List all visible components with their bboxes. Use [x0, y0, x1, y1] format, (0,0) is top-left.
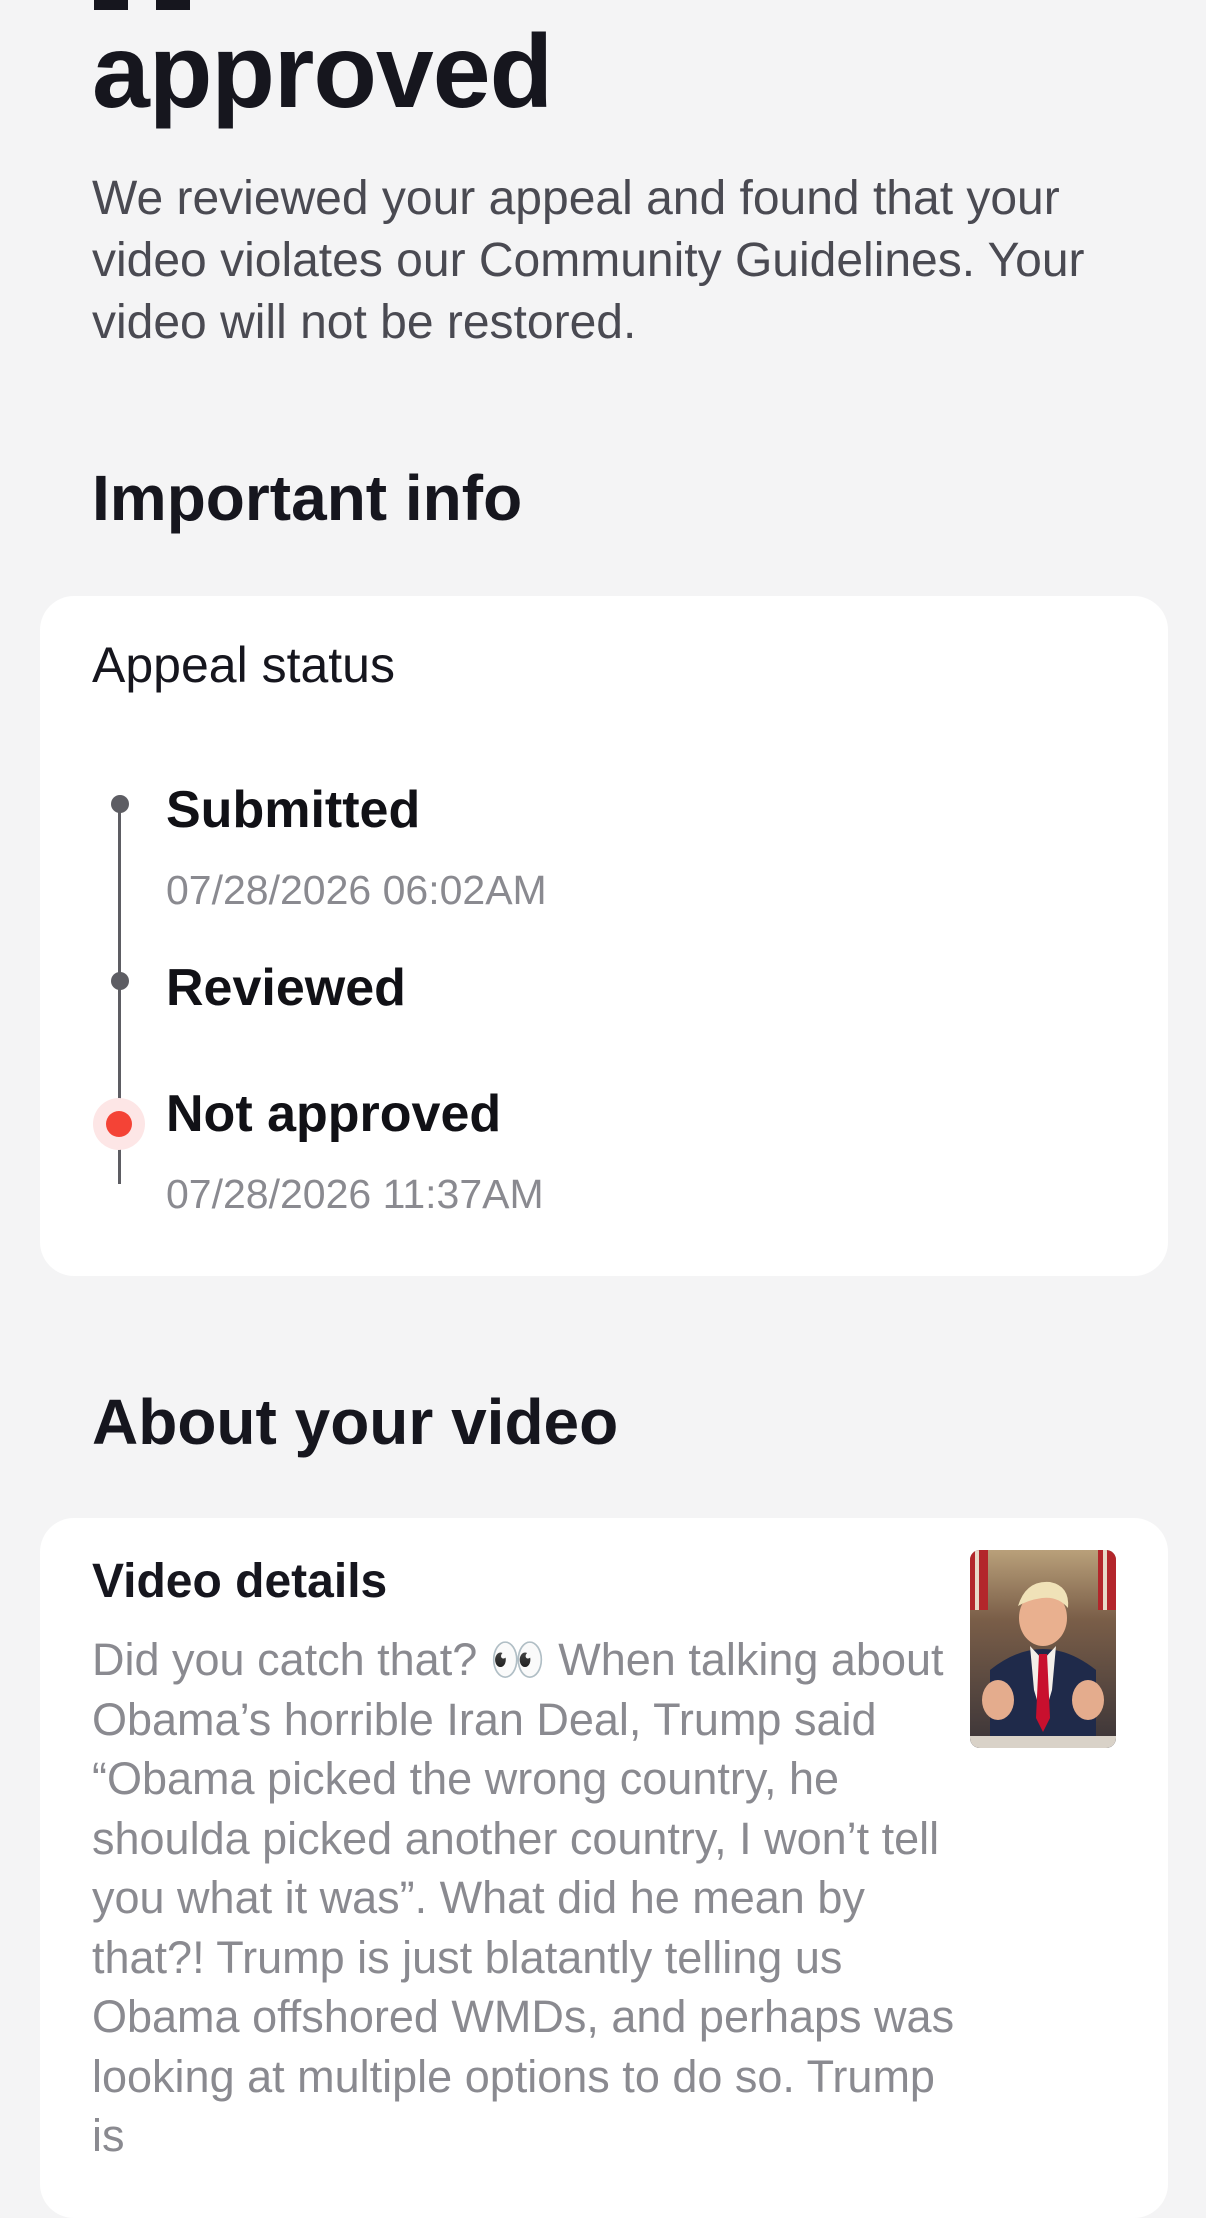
video-thumbnail-image — [970, 1550, 1116, 1748]
hero-title: approved — [92, 14, 553, 130]
step-time-submitted: 07/28/2026 06:02AM — [166, 867, 547, 913]
appeal-status-title: Appeal status — [92, 637, 395, 693]
timeline-dot-reviewed — [111, 972, 129, 990]
appeal-status-card: Appeal status Submitted 07/28/2026 06:02… — [40, 596, 1168, 1276]
video-description: Did you catch that? 👀 When talking about… — [92, 1634, 955, 2161]
video-thumbnail[interactable] — [970, 1550, 1116, 1748]
important-info-heading: Important info — [92, 462, 523, 534]
step-time-not-approved: 07/28/2026 11:37AM — [166, 1171, 544, 1217]
video-details-card[interactable]: Video details Did you catch that? 👀 When… — [40, 1518, 1168, 2218]
timeline-dot-submitted — [111, 795, 129, 813]
video-details-title: Video details — [92, 1555, 388, 1608]
step-label-reviewed: Reviewed — [166, 959, 406, 1017]
timeline-dot-not-approved — [93, 1098, 145, 1150]
step-label-not-approved: Not approved — [166, 1085, 502, 1143]
hero-description: We reviewed your appeal and found that y… — [92, 172, 1085, 349]
about-video-heading: About your video — [92, 1386, 619, 1458]
step-label-submitted: Submitted — [166, 781, 421, 839]
